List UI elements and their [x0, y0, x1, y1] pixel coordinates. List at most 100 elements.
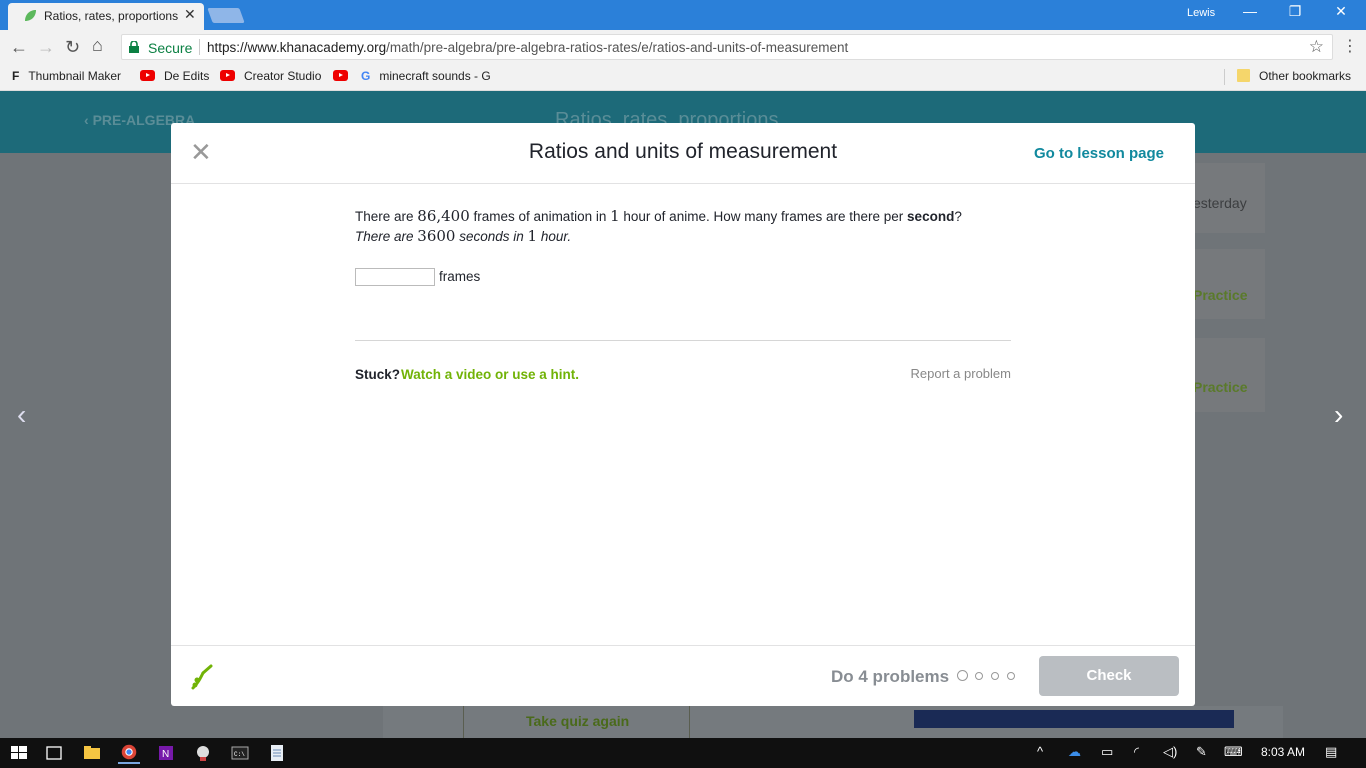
- bookmark-label: Creator Studio: [244, 69, 322, 83]
- text: There are: [355, 229, 418, 244]
- text: frames of animation in: [469, 209, 611, 224]
- math-value: 3600: [417, 227, 456, 245]
- take-quiz-again-button[interactable]: Take quiz again: [463, 706, 690, 738]
- svg-text:N: N: [162, 749, 169, 760]
- battery-icon[interactable]: ▭: [1101, 744, 1113, 760]
- tab-title: Ratios, rates, proportions: [44, 9, 179, 23]
- bookmark-label: Thumbnail Maker: [28, 69, 122, 83]
- show-hidden-icons-icon[interactable]: ^: [1037, 744, 1043, 759]
- restore-icon[interactable]: ❐: [1285, 3, 1305, 20]
- bookmarks-divider: [1224, 69, 1225, 85]
- bookmark-label: De Edits: [164, 69, 210, 83]
- bookmark-star-icon[interactable]: ☆: [1309, 37, 1324, 57]
- check-button[interactable]: Check: [1039, 656, 1179, 696]
- report-problem-link[interactable]: Report a problem: [911, 366, 1011, 381]
- browser-toolbar: ← → ↻ ⌂ Secure https://www.khanacademy.o…: [0, 30, 1366, 64]
- card-text: Practice: [1193, 287, 1248, 303]
- home-icon[interactable]: ⌂: [92, 35, 103, 56]
- volume-icon[interactable]: ◁): [1163, 744, 1177, 760]
- close-tab-icon[interactable]: ✕: [184, 6, 196, 23]
- youtube-icon: [333, 70, 348, 81]
- bookmark-creator-studio[interactable]: Creator Studio: [220, 69, 321, 83]
- action-center-icon[interactable]: ▤: [1325, 744, 1337, 760]
- app-icon[interactable]: [192, 742, 214, 764]
- next-arrow-icon[interactable]: ›: [1334, 399, 1343, 431]
- forward-icon[interactable]: →: [37, 37, 55, 58]
- question-hint-line: There are 3600 seconds in 1 hour.: [355, 226, 571, 247]
- url-path: /math/pre-algebra/pre-algebra-ratios-rat…: [386, 40, 849, 55]
- progress-dot: [975, 672, 983, 680]
- header-divider: [171, 183, 1195, 184]
- secure-label: Secure: [148, 40, 193, 56]
- progress-dot: [957, 670, 968, 681]
- text: hour.: [537, 229, 572, 244]
- exercise-modal: ✕ Ratios and units of measurement Go to …: [171, 123, 1195, 706]
- profile-name[interactable]: Lewis: [1187, 7, 1215, 19]
- khan-leaf-icon: [25, 10, 36, 21]
- bookmark-de-edits[interactable]: De Edits: [140, 69, 209, 83]
- math-value: 1: [610, 207, 620, 225]
- progress-dot: [991, 672, 999, 680]
- answer-unit: frames: [439, 269, 481, 284]
- quiz-again-label: Take quiz again: [526, 713, 630, 729]
- chrome-icon[interactable]: [118, 742, 140, 764]
- new-tab-button[interactable]: [207, 8, 245, 23]
- wifi-icon[interactable]: ◜: [1134, 744, 1139, 760]
- previous-arrow-icon[interactable]: ‹: [17, 399, 26, 431]
- command-prompt-icon[interactable]: C:\: [229, 742, 251, 764]
- question-text: There are 86,400 frames of animation in …: [355, 206, 962, 227]
- content-divider: [355, 340, 1011, 341]
- address-bar[interactable]: Secure https://www.khanacademy.org/math/…: [121, 34, 1333, 60]
- lock-icon: [129, 41, 139, 53]
- clock[interactable]: 8:03 AM: [1261, 745, 1305, 759]
- onenote-icon[interactable]: N: [155, 742, 177, 764]
- bookmarks-bar: F Thumbnail Maker De Edits Creator Studio…: [0, 64, 1366, 91]
- progress-dot: [1007, 672, 1015, 680]
- answer-input[interactable]: [355, 268, 435, 286]
- browser-tab[interactable]: Ratios, rates, proportions ✕: [8, 3, 204, 30]
- bookmark-thumbnail-maker[interactable]: F Thumbnail Maker: [12, 69, 121, 83]
- text: ?: [954, 209, 962, 224]
- hint-link[interactable]: Watch a video or use a hint.: [401, 367, 579, 382]
- text: seconds in: [455, 229, 528, 244]
- windows-start-icon[interactable]: [8, 742, 30, 764]
- file-explorer-icon[interactable]: [81, 742, 103, 764]
- card-text: esterday: [1193, 195, 1247, 211]
- pen-icon[interactable]: ✎: [1196, 744, 1207, 760]
- sprout-icon: [191, 664, 213, 690]
- math-value: 86,400: [417, 207, 470, 225]
- emphasis: second: [907, 209, 955, 224]
- bookmark-minecraft-sounds[interactable]: Gminecraft sounds - G: [361, 69, 495, 83]
- f-logo-icon: F: [12, 69, 20, 83]
- progress-label: Do 4 problems: [831, 667, 950, 686]
- go-to-lesson-link[interactable]: Go to lesson page: [1034, 145, 1164, 162]
- menu-icon[interactable]: ⋮: [1342, 36, 1358, 56]
- task-view-icon[interactable]: [43, 742, 65, 764]
- text: There are: [355, 209, 418, 224]
- bookmark-youtube[interactable]: [333, 69, 357, 83]
- url-text[interactable]: https://www.khanacademy.org/math/pre-alg…: [207, 40, 848, 55]
- math-value: 1: [527, 227, 538, 245]
- bookmark-label: minecraft sounds - G: [379, 69, 491, 83]
- reload-icon[interactable]: ↻: [65, 37, 80, 58]
- url-host: https://www.khanacademy.org: [207, 40, 387, 55]
- bookmark-label: Other bookmarks: [1259, 69, 1352, 83]
- svg-text:C:\: C:\: [234, 751, 245, 758]
- bookmark-other[interactable]: Other bookmarks: [1237, 69, 1351, 83]
- onedrive-icon[interactable]: ☁: [1068, 744, 1081, 760]
- navy-bar: [914, 710, 1234, 728]
- windows-taskbar: N C:\ ^ ☁ ▭ ◜ ◁) ✎ ⌨ 8:03 AM ▤: [0, 738, 1366, 768]
- keyboard-icon[interactable]: ⌨: [1224, 744, 1243, 760]
- youtube-icon: [140, 70, 155, 81]
- back-icon[interactable]: ←: [10, 37, 28, 58]
- text: hour of anime. How many frames are there…: [619, 209, 908, 224]
- address-separator: [199, 39, 200, 55]
- folder-icon: [1237, 69, 1250, 82]
- google-icon: G: [361, 69, 371, 83]
- card-text: Practice: [1193, 379, 1248, 395]
- close-window-icon[interactable]: ✕: [1331, 3, 1351, 20]
- minimize-icon[interactable]: —: [1240, 3, 1260, 19]
- footer-divider: [171, 645, 1195, 646]
- youtube-icon: [220, 70, 235, 81]
- notepad-icon[interactable]: [266, 742, 288, 764]
